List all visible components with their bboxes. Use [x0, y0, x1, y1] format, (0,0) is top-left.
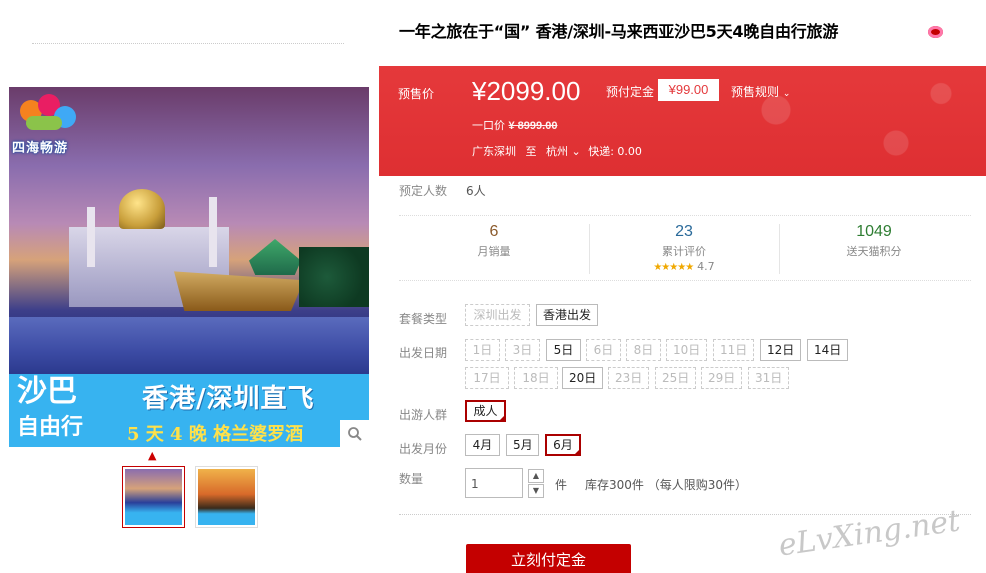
stat-label: 月销量: [477, 245, 511, 258]
caret-up-icon: ▲: [148, 449, 157, 462]
original-price: ¥ 8999.00: [508, 120, 558, 132]
month-option-selected[interactable]: 6月: [545, 434, 581, 456]
banner-route: 香港/深圳直飞: [142, 384, 315, 414]
presale-price: ¥2099.00: [472, 76, 581, 106]
quantity-input[interactable]: 1: [465, 468, 523, 498]
date-option[interactable]: 1日: [465, 339, 500, 361]
rating-value: 4.7: [697, 260, 715, 273]
pay-deposit-button[interactable]: 立刻付定金: [466, 544, 631, 573]
option-people-adult[interactable]: 成人: [465, 400, 506, 422]
rules-label: 预售规则: [731, 85, 780, 99]
date-option[interactable]: 10日: [666, 339, 707, 361]
date-option[interactable]: 17日: [465, 367, 509, 389]
ship-from: 广东深圳: [472, 145, 516, 158]
qty-unit: 件: [555, 478, 568, 492]
option-package-hongkong[interactable]: 香港出发: [536, 304, 598, 326]
divider: [32, 43, 344, 44]
original-price-row: 一口价 ¥ 8999.00: [472, 117, 557, 133]
month-option[interactable]: 5月: [506, 434, 539, 456]
date-option[interactable]: 5日: [546, 339, 581, 361]
watermark: eLvXing.net: [776, 503, 963, 564]
date-option[interactable]: 14日: [807, 339, 848, 361]
date-option[interactable]: 29日: [701, 367, 742, 389]
month-option[interactable]: 4月: [465, 434, 500, 456]
banner-sub: 5 天 4 晚 格兰婆罗酒: [127, 424, 304, 445]
image-banner: 沙巴 自由行 香港/深圳直飞 5 天 4 晚 格兰婆罗酒: [9, 374, 369, 447]
presale-rules-link[interactable]: 预售规则 ⌄: [731, 83, 790, 100]
thumbnail-2[interactable]: [195, 466, 258, 528]
banner-big1: 沙巴: [17, 374, 77, 409]
booking-value: 6人: [466, 184, 486, 198]
thumbnail-1[interactable]: [122, 466, 185, 528]
date-label: 出发日期: [399, 346, 448, 360]
date-option[interactable]: 3日: [505, 339, 540, 361]
date-option[interactable]: 25日: [655, 367, 696, 389]
date-option[interactable]: 20日: [562, 367, 603, 389]
qty-decrease-button[interactable]: ▼: [528, 484, 544, 498]
date-option[interactable]: 6日: [586, 339, 621, 361]
shipping-row: 广东深圳 至 杭州 ⌄ 快递: 0.00: [472, 143, 642, 159]
qty-label: 数量: [399, 472, 424, 486]
presale-label: 预售价: [398, 87, 435, 101]
rating-row: ★★★★★ 4.7: [589, 259, 779, 273]
logo-text: 四海畅游: [12, 141, 69, 156]
stat-monthly-sales: 6 月销量: [399, 216, 589, 282]
stat-value: 1049: [856, 223, 892, 240]
people-label: 出游人群: [399, 408, 448, 422]
stat-value: 23: [675, 223, 693, 240]
deposit-label: 预付定金: [606, 85, 655, 99]
stock-info: 库存300件 （每人限购30件）: [585, 478, 747, 492]
banner-big2: 自由行: [17, 414, 84, 440]
qty-increase-button[interactable]: ▲: [528, 469, 544, 483]
month-label: 出发月份: [399, 442, 448, 456]
shipping-cost: 快递: 0.00: [588, 145, 642, 158]
deposit-value: ¥99.00: [658, 79, 719, 101]
stat-reviews[interactable]: 23 累计评价 ★★★★★ 4.7: [589, 216, 779, 282]
stats-panel: 6 月销量 23 累计评价 ★★★★★ 4.7 1049 送天猫积分: [399, 215, 971, 281]
product-page: 四海畅游 沙巴 自由行 香港/深圳直飞 5 天 4 晚 格兰婆罗酒 ▲ 一年之旅…: [0, 0, 986, 573]
to-word: 至: [525, 145, 537, 158]
booking-label: 预定人数: [399, 184, 448, 198]
stat-label: 送天猫积分: [846, 245, 902, 258]
stat-label: 累计评价: [662, 245, 706, 258]
stat-value: 6: [489, 223, 499, 240]
date-option[interactable]: 23日: [608, 367, 649, 389]
date-option[interactable]: 18日: [514, 367, 558, 389]
option-package-shenzhen[interactable]: 深圳出发: [465, 304, 530, 326]
search-icon[interactable]: [340, 420, 369, 447]
package-label: 套餐类型: [399, 312, 448, 326]
date-option[interactable]: 8日: [626, 339, 661, 361]
destination-select[interactable]: 杭州 ⌄: [546, 145, 581, 158]
stat-points: 1049 送天猫积分: [779, 216, 969, 282]
star-icon: ★★★★★: [653, 262, 694, 273]
date-option[interactable]: 12日: [760, 339, 801, 361]
product-title: 一年之旅在于“国” 香港/深圳-马来西亚沙巴5天4晚自由行旅游: [399, 22, 839, 41]
date-option[interactable]: 31日: [748, 367, 789, 389]
original-label: 一口价: [472, 119, 505, 132]
date-option[interactable]: 11日: [713, 339, 754, 361]
chevron-down-icon: ⌄: [782, 89, 791, 99]
flower-icon: [928, 26, 943, 38]
